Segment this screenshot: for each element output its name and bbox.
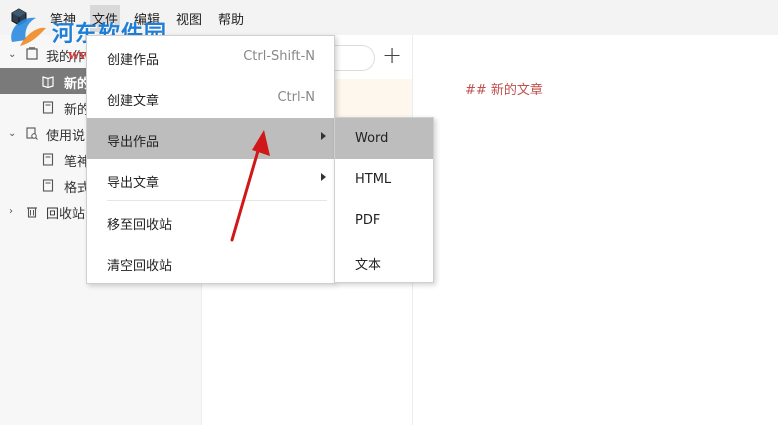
menu-item-shortcut: Ctrl-Shift-N: [243, 49, 315, 64]
menu-edit[interactable]: 编辑: [132, 9, 162, 28]
submenu-item-pdf[interactable]: PDF: [335, 200, 433, 241]
menu-item-shortcut: Ctrl-N: [277, 90, 315, 105]
chevron-right-icon[interactable]: ›: [9, 206, 13, 217]
menu-bishen[interactable]: 笔神: [48, 9, 78, 28]
app-logo-icon: [11, 8, 27, 26]
document-icon: [42, 153, 54, 166]
sidebar-item-label: 笔神: [64, 155, 86, 170]
submenu-item-label: 文本: [355, 258, 382, 273]
menu-view[interactable]: 视图: [174, 9, 204, 28]
menu-item-label: 移至回收站: [107, 218, 173, 233]
menu-item-export-article[interactable]: 导出文章: [87, 159, 334, 200]
search-input[interactable]: [330, 45, 375, 71]
sidebar-item-label: 使用说明: [46, 129, 86, 144]
sidebar-item-label: 新的文章: [64, 103, 86, 118]
menu-item-label: 创建作品: [107, 53, 160, 68]
menu-item-empty-trash[interactable]: 清空回收站: [87, 242, 334, 283]
menu-item-label: 创建文章: [107, 94, 160, 109]
sidebar-item-label: 格式: [64, 181, 86, 196]
menu-item-label: 清空回收站: [107, 259, 173, 274]
file-menu-dropdown: 创建作品 Ctrl-Shift-N 创建文章 Ctrl-N 导出作品 导出文章 …: [86, 35, 335, 284]
export-submenu: Word HTML PDF 文本: [334, 117, 434, 283]
submenu-item-label: HTML: [355, 172, 392, 187]
sidebar-item-label: 新的作品: [64, 77, 86, 92]
sidebar-item-new-work[interactable]: 新的作品: [0, 68, 86, 94]
menu-item-label: 导出作品: [107, 135, 160, 150]
submenu-item-word[interactable]: Word: [335, 118, 433, 159]
add-icon[interactable]: +: [382, 41, 402, 69]
document-icon: [42, 179, 54, 192]
submenu-item-text[interactable]: 文本: [335, 241, 433, 282]
menu-item-export-work[interactable]: 导出作品: [87, 118, 334, 159]
submenu-item-label: PDF: [355, 213, 381, 228]
editor-heading-line: ## 新的文章: [465, 83, 543, 98]
submenu-arrow-icon: [321, 173, 326, 181]
search-doc-icon: [26, 127, 38, 140]
submenu-arrow-icon: [321, 132, 326, 140]
menu-help[interactable]: 帮助: [216, 9, 246, 28]
sidebar-item-label: 我的作品: [46, 50, 86, 65]
menu-file[interactable]: 文件: [90, 5, 121, 32]
menu-item-create-article[interactable]: 创建文章 Ctrl-N: [87, 77, 334, 118]
editor-pane[interactable]: ## 新的文章: [413, 35, 778, 425]
menu-item-move-to-trash[interactable]: 移至回收站: [87, 201, 334, 242]
folder-stack-icon: [26, 47, 38, 60]
sidebar-item-label: 回收站: [46, 207, 86, 222]
trash-icon: [27, 207, 37, 218]
submenu-item-label: Word: [355, 131, 389, 146]
book-icon: [42, 76, 54, 88]
document-icon: [42, 101, 54, 114]
menu-item-create-work[interactable]: 创建作品 Ctrl-Shift-N: [87, 36, 334, 77]
chevron-down-icon[interactable]: ⌄: [8, 128, 16, 139]
menu-item-label: 导出文章: [107, 176, 160, 191]
submenu-item-html[interactable]: HTML: [335, 159, 433, 200]
menu-bar: 笔神 文件 编辑 视图 帮助: [0, 0, 778, 35]
chevron-down-icon[interactable]: ⌄: [8, 49, 16, 60]
